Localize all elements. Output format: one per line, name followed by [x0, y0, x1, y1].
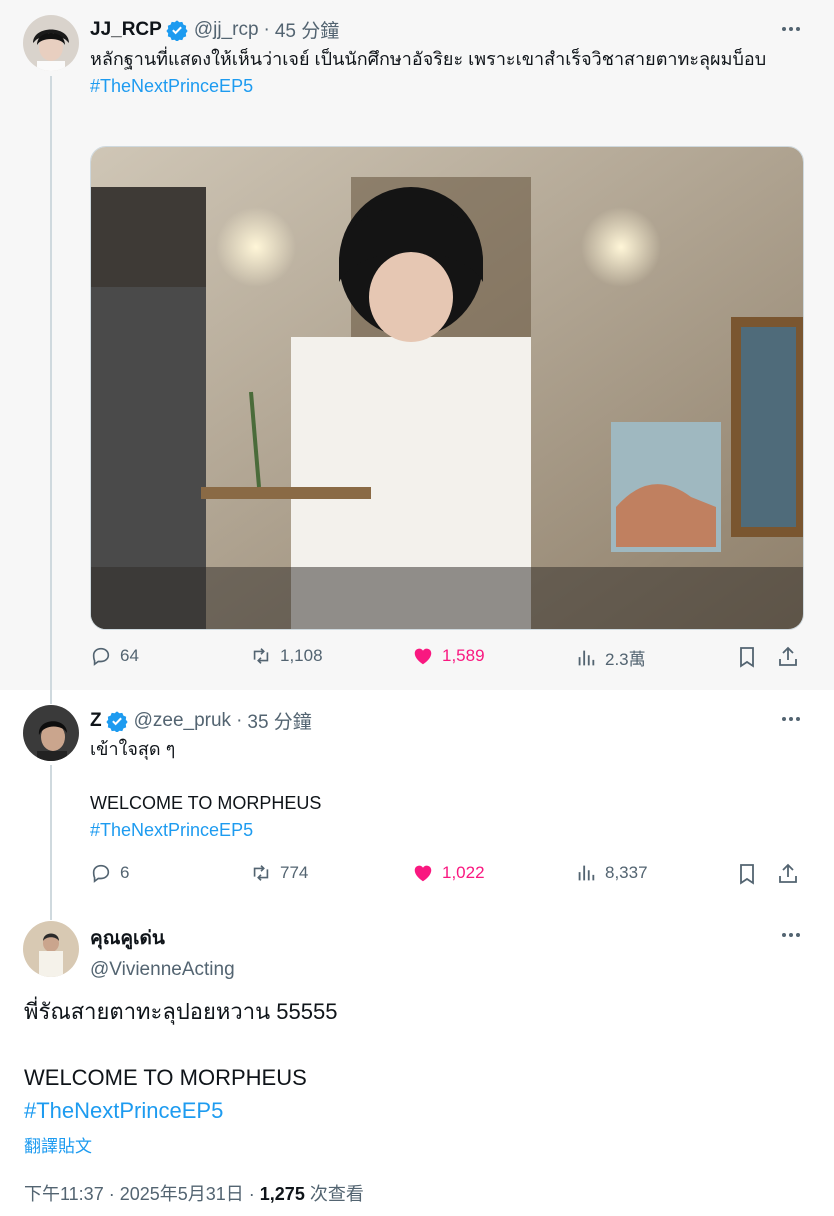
like-button[interactable]: 1,589	[412, 645, 485, 667]
retweet-button[interactable]: 774	[250, 862, 308, 884]
hashtag-link[interactable]: #TheNextPrinceEP5	[90, 73, 794, 100]
more-icon[interactable]	[780, 924, 802, 946]
retweet-count: 1,108	[280, 646, 323, 665]
like-count: 1,022	[442, 863, 485, 882]
views-icon	[578, 650, 595, 665]
user-handle[interactable]: @jj_rcp	[194, 19, 259, 41]
timestamp[interactable]: 45 分鐘	[275, 16, 339, 43]
avatar[interactable]	[23, 705, 79, 761]
views-button[interactable]: 8,337	[575, 862, 648, 884]
display-name[interactable]: Z	[90, 710, 102, 732]
tweet-text: หลักฐานที่แสดงให้เห็นว่าเจย์ เป็นนักศึกษ…	[90, 46, 794, 100]
avatar[interactable]	[23, 15, 79, 71]
like-button[interactable]: 1,022	[412, 862, 485, 884]
photo-image	[91, 147, 803, 629]
like-count: 1,589	[442, 646, 485, 665]
tweet-body-line: WELCOME TO MORPHEUS	[90, 793, 322, 813]
share-icon[interactable]	[776, 645, 800, 669]
views-button[interactable]: 2.3萬	[575, 645, 646, 670]
retweet-icon	[253, 865, 269, 881]
tweet-zee-pruk[interactable]: Z @zee_pruk · 35 分鐘 เข้าใจสุด ๆ WELCOME …	[0, 690, 834, 906]
action-bar: 6 774 1,022 8,337	[90, 862, 802, 892]
hashtag-link[interactable]: #TheNextPrinceEP5	[24, 1094, 804, 1127]
retweet-count: 774	[280, 863, 309, 882]
heart-icon	[414, 648, 432, 665]
tweet-vivienne-acting[interactable]: คุณคูเด่น @VivienneActing พี่รัณสายตาทะล…	[0, 906, 834, 1216]
retweet-button[interactable]: 1,108	[250, 645, 323, 667]
author-block: คุณคูเด่น @VivienneActing	[90, 923, 235, 981]
thread-line	[50, 765, 52, 906]
tweet-photo[interactable]	[90, 146, 804, 630]
thread-line	[50, 906, 52, 920]
user-handle[interactable]: @VivienneActing	[90, 959, 235, 981]
reply-count: 6	[120, 863, 130, 882]
display-name[interactable]: คุณคูเด่น	[90, 923, 235, 953]
action-bar: 64 1,108 1,589 2.3萬	[90, 645, 802, 675]
reply-count: 64	[120, 646, 139, 665]
reply-icon	[92, 647, 110, 666]
reply-button[interactable]: 64	[90, 645, 139, 667]
tweet-body-line: WELCOME TO MORPHEUS	[24, 1065, 307, 1090]
hashtag-link[interactable]: #TheNextPrinceEP5	[90, 817, 794, 844]
translate-post-link[interactable]: 翻譯貼文	[24, 1132, 92, 1157]
reply-icon	[92, 864, 110, 883]
view-count: 1,275	[259, 1184, 305, 1204]
more-icon[interactable]	[780, 708, 802, 730]
tweet-body: หลักฐานที่แสดงให้เห็นว่าเจย์ เป็นนักศึกษ…	[90, 49, 767, 69]
user-handle[interactable]: @zee_pruk	[134, 710, 231, 732]
bookmark-icon[interactable]	[735, 645, 759, 669]
heart-icon	[414, 865, 432, 882]
tweet-text: พี่รัณสายตาทะลุปอยหวาน 55555 WELCOME TO …	[24, 995, 804, 1127]
views-icon	[578, 865, 595, 881]
tweet-body-line: เข้าใจสุด ๆ	[90, 739, 176, 759]
tweet-jj-rcp[interactable]: JJ_RCP @jj_rcp · 45 分鐘 หลักฐานที่แสดงให้…	[0, 0, 834, 690]
thread-line	[50, 76, 52, 690]
tweet-header: Z @zee_pruk · 35 分鐘	[90, 707, 312, 734]
separator-dot: ·	[263, 18, 270, 40]
timestamp[interactable]: 35 分鐘	[247, 707, 311, 734]
tweet-header: JJ_RCP @jj_rcp · 45 分鐘	[90, 16, 339, 43]
retweet-icon	[253, 648, 269, 664]
reply-button[interactable]: 6	[90, 862, 129, 884]
tweet-meta: 下午11:37 · 2025年5月31日 · 1,275 次查看	[24, 1180, 364, 1206]
tweet-body-line: พี่รัณสายตาทะลุปอยหวาน 55555	[24, 999, 338, 1024]
display-name[interactable]: JJ_RCP	[90, 19, 162, 41]
verified-badge-icon	[105, 710, 128, 732]
verified-badge-icon	[166, 19, 188, 41]
views-count: 8,337	[605, 863, 648, 882]
share-icon[interactable]	[776, 862, 800, 886]
avatar[interactable]	[23, 921, 79, 977]
tweet-text: เข้าใจสุด ๆ WELCOME TO MORPHEUS #TheNext…	[90, 736, 794, 844]
more-icon[interactable]	[780, 18, 802, 40]
post-datetime[interactable]: 下午11:37 · 2025年5月31日 ·	[24, 1184, 260, 1204]
thread-line	[50, 690, 52, 704]
views-count: 2.3萬	[605, 650, 646, 669]
separator-dot: ·	[236, 709, 243, 731]
view-label: 次查看	[304, 1184, 364, 1204]
bookmark-icon[interactable]	[735, 862, 759, 886]
